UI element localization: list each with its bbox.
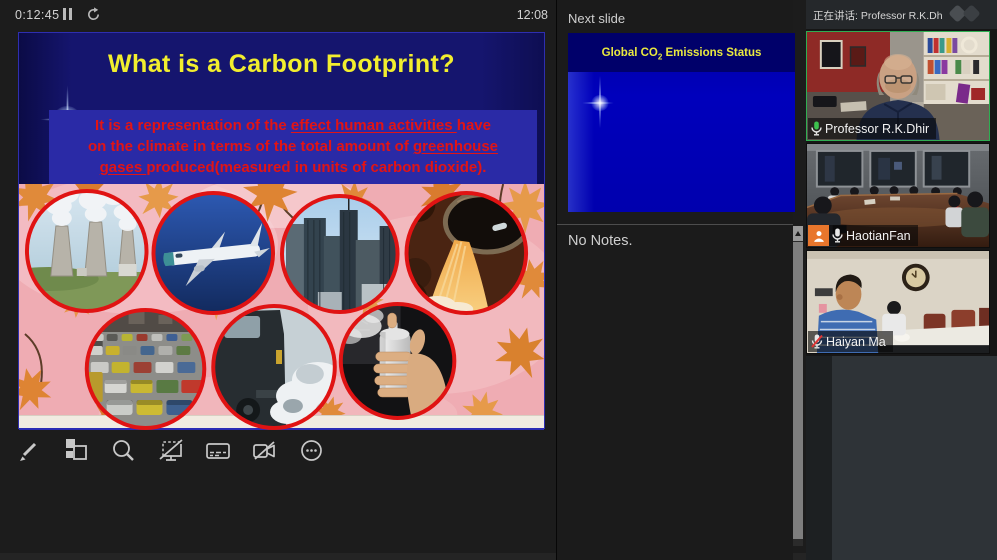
- notes-scrollbar[interactable]: [793, 226, 803, 546]
- restart-icon: [86, 7, 101, 22]
- slide-title: What is a Carbon Footprint?: [19, 50, 544, 79]
- slide-sorter-icon: [62, 436, 90, 464]
- participant-name: HaotianFan: [846, 229, 911, 243]
- slide-body-text: It is a representation of the effect hum…: [49, 110, 537, 184]
- next-slide-panel: Next slide Global CO2 Emissions Status N…: [557, 0, 793, 560]
- panel-filler-dark: [806, 356, 832, 560]
- presenter-area: 0:12:45 12:08 What is a Carbon Footprint…: [0, 0, 556, 560]
- notes-text: No Notes.: [568, 233, 632, 249]
- pollution-photo-collage: [19, 184, 544, 430]
- participant-name: Haiyan Ma: [826, 335, 886, 349]
- elapsed-timer: 0:12:45: [15, 8, 60, 22]
- speaking-status: 正在讲话: Professor R.K.Dhir;...: [813, 8, 943, 23]
- next-slide-title: Global CO2 Emissions Status: [568, 33, 795, 72]
- current-slide[interactable]: What is a Carbon Footprint? It is a repr…: [18, 32, 545, 429]
- scrollbar-thumb[interactable]: [793, 242, 803, 539]
- pause-timer-button[interactable]: [63, 8, 75, 20]
- meeting-app-logo-icon: [946, 4, 992, 25]
- video-panel: 正在讲话: Professor R.K.Dhir;...: [806, 0, 997, 560]
- participant-label: Haiyan Ma: [808, 331, 893, 352]
- camera-off-icon: [250, 436, 278, 464]
- video-tile-professor-rkdhir[interactable]: Professor R.K.Dhir: [806, 31, 990, 141]
- next-slide-label: Next slide: [568, 11, 625, 26]
- more-options-button[interactable]: [294, 433, 328, 467]
- host-badge-icon: [808, 225, 829, 246]
- video-tile-haotianfan[interactable]: HaotianFan: [806, 143, 990, 248]
- slide-sorter-button[interactable]: [59, 433, 93, 467]
- next-slide-thumbnail[interactable]: Global CO2 Emissions Status: [568, 33, 795, 212]
- participant-name: Professor R.K.Dhir: [825, 122, 929, 136]
- black-screen-icon: [156, 436, 184, 464]
- captions-icon: [203, 436, 231, 464]
- up-arrow-icon: [795, 231, 801, 236]
- pen-tool-button[interactable]: [12, 433, 46, 467]
- black-screen-button[interactable]: [153, 433, 187, 467]
- participant-label: HaotianFan: [808, 225, 918, 246]
- video-tile-haiyan-ma[interactable]: Haiyan Ma: [806, 250, 990, 354]
- more-options-icon: [297, 436, 325, 464]
- mic-on-icon: [832, 228, 843, 243]
- wall-clock: 12:08: [508, 8, 548, 22]
- mic-muted-icon: [811, 334, 823, 349]
- notes-divider: [557, 224, 793, 225]
- participant-label: Professor R.K.Dhir: [808, 118, 936, 139]
- pause-icon: [63, 8, 66, 20]
- camera-toggle-button[interactable]: [247, 433, 281, 467]
- pen-icon: [15, 436, 43, 464]
- presenter-toolbar: [12, 433, 328, 469]
- scroll-up-button[interactable]: [793, 226, 803, 241]
- restart-timer-button[interactable]: [86, 7, 101, 22]
- video-panel-header: 正在讲话: Professor R.K.Dhir;...: [806, 0, 997, 29]
- magnifier-icon: [109, 436, 137, 464]
- captions-button[interactable]: [200, 433, 234, 467]
- zoom-slide-button[interactable]: [106, 433, 140, 467]
- presenter-view-app: 0:12:45 12:08 What is a Carbon Footprint…: [0, 0, 997, 560]
- panel-filler-gray: [832, 356, 997, 560]
- mic-active-icon: [811, 121, 822, 136]
